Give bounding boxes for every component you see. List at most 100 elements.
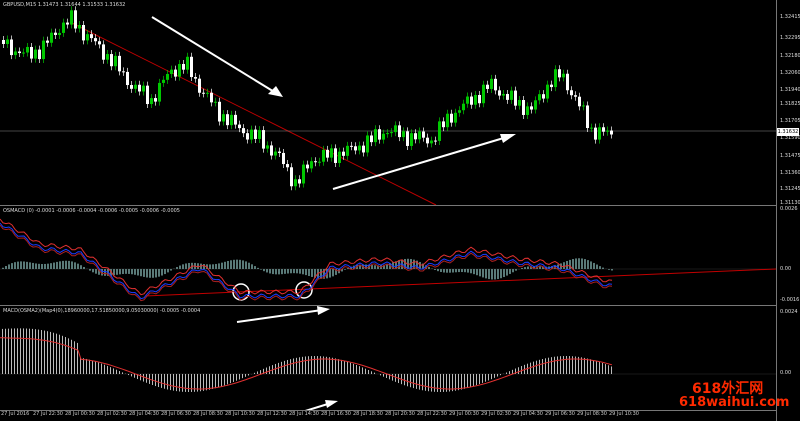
candle [150,98,153,105]
candle [322,149,325,162]
candle [10,39,13,56]
candle [238,124,241,129]
candle [130,85,133,89]
osma-histogram-bar [494,269,496,280]
osma-histogram-bar [464,269,466,273]
macd-histogram-bar [287,359,288,374]
osma-histogram-bar [149,269,151,278]
macd-histogram-bar [584,357,585,374]
candle [490,78,493,89]
macd-histogram-bar [365,368,366,374]
candle [586,105,589,128]
macd-histogram-bar [158,374,159,388]
macd-histogram-bar [557,356,558,374]
macd-histogram-bar [116,369,117,374]
macd-histogram-bar [482,374,483,383]
osma-histogram-bar [428,266,430,269]
osma-svg[interactable] [0,206,776,304]
candle [274,151,277,156]
osma-histogram-bar [458,269,460,273]
candle [266,145,269,149]
osma-histogram-bar [521,267,523,269]
macd-svg[interactable] [0,306,776,410]
candle [302,164,305,184]
osma-histogram-bar [116,269,118,275]
candle [534,100,537,110]
candle [242,128,245,134]
candle [34,49,37,59]
down-arrow [151,16,283,97]
macd-histogram-bar [278,362,279,374]
macd-histogram-bar [29,328,30,374]
osma-histogram-bar [68,260,70,269]
osma-histogram-bar [140,269,142,277]
macd-histogram-bar [485,374,486,382]
macd-histogram-bar [266,367,267,374]
osma-histogram-bar [95,269,97,274]
macd-histogram-bar [35,329,36,374]
candle [418,131,421,140]
candle [410,133,413,146]
osma-histogram-bar [80,265,82,269]
candle [478,94,481,104]
candle [454,112,457,123]
macd-histogram-bar [425,374,426,391]
price-chart-pane[interactable]: GBPUSD,M15 1.31473 1.31644 1.31533 1.316… [0,0,776,205]
osma-histogram-bar [119,269,121,275]
macd-histogram-bar [590,359,591,374]
price-tick: 1.31360 [780,170,800,176]
osma-histogram-bar [137,269,139,276]
candle [14,51,17,56]
osma-histogram-bar [473,269,475,275]
macd-histogram-bar [359,366,360,374]
macd-histogram-bar [113,368,114,374]
osma-histogram-bar [236,259,238,269]
osma-histogram-bar [587,260,589,269]
macd-histogram-bar [437,374,438,392]
osma-histogram-bar [182,264,184,269]
macd-histogram-bar [11,328,12,374]
osma-histogram-bar [611,269,613,271]
macd-histogram-bar [566,356,567,374]
candle [82,25,85,41]
price-chart-svg[interactable] [0,0,776,205]
macd-histogram-bar [50,331,51,374]
macd-pane[interactable]: MACD(OSMA2)(Map4(0),18960000,17.51850000… [0,306,776,410]
osma-histogram-bar [92,269,94,273]
candle [234,114,237,125]
osma-histogram-bar [569,259,571,269]
candle [362,145,365,153]
osma-histogram-bar [455,269,457,273]
candle [182,63,185,70]
candle [574,95,577,97]
osma-histogram-bar [269,269,271,274]
macd-histogram-bar [212,374,213,389]
macd-histogram-bar [14,328,15,374]
macd-histogram-bar [602,362,603,374]
macd-histogram-bar [233,374,234,382]
candle [26,46,29,53]
macd-histogram-bar [119,371,120,374]
macd-histogram-bar [2,328,3,374]
macd-histogram-bar [416,374,417,389]
candle [450,113,453,123]
osma-tick: 0.0026 [780,206,798,212]
osma-pane[interactable]: OSMACD (0) -0.0001 -0.0006 -0.0004 -0.00… [0,206,776,304]
candle [318,161,321,163]
macd-histogram-bar [38,329,39,374]
candle [458,110,461,113]
osma-histogram-bar [596,264,598,269]
osma-histogram-bar [284,269,286,274]
candle [38,49,41,60]
candle [374,129,377,143]
osma-histogram-bar [125,269,127,274]
macd-histogram-bar [545,358,546,374]
osma-histogram-bar [230,260,232,269]
time-label: 28 Jul 14:30 [289,411,319,417]
osma-histogram-bar [500,269,502,279]
candle [258,130,261,139]
time-label: 29 Jul 04:30 [513,411,543,417]
watermark-url: 618waihui.com [679,395,790,410]
candle [298,179,301,184]
osma-histogram-bar [77,263,79,269]
